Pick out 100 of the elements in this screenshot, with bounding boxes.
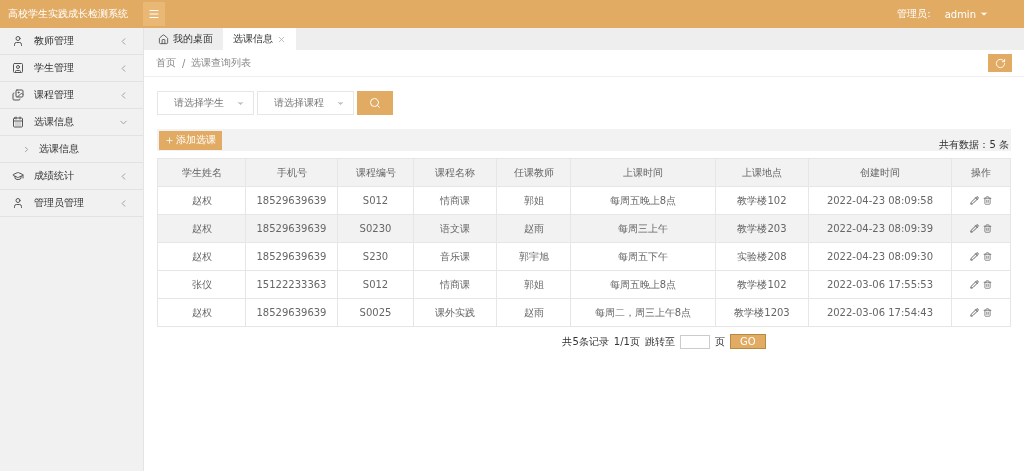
tab[interactable]: 我的桌面 xyxy=(148,28,223,50)
table-cell: 教学楼203 xyxy=(715,214,809,243)
column-header: 操作 xyxy=(951,158,1011,187)
table-cell: 2022-03-06 17:54:43 xyxy=(808,298,952,327)
person-icon xyxy=(12,197,24,209)
table-cell: S012 xyxy=(337,186,414,215)
delete-icon[interactable] xyxy=(983,252,992,261)
menu-icon xyxy=(148,8,160,20)
plus-icon xyxy=(165,135,174,145)
table-cell: 教学楼102 xyxy=(715,186,809,215)
table-cell: 郭姐 xyxy=(496,270,571,299)
table-cell: 每周三上午 xyxy=(570,214,716,243)
table-cell: 赵权 xyxy=(157,298,246,327)
delete-icon[interactable] xyxy=(983,224,992,233)
delete-icon[interactable] xyxy=(983,308,992,317)
table-cell: 语文课 xyxy=(413,214,497,243)
graduation-cap-icon xyxy=(12,170,24,182)
table-cell: 赵雨 xyxy=(496,214,571,243)
breadcrumb-link[interactable]: 首页 xyxy=(156,56,176,70)
column-header: 学生姓名 xyxy=(157,158,246,187)
table-cell: 2022-03-06 17:55:53 xyxy=(808,270,952,299)
jump-label: 跳转至 xyxy=(644,334,675,349)
table-cell: 每周二，周三上午8点 xyxy=(570,298,716,327)
table-cell: 2022-04-23 08:09:58 xyxy=(808,186,952,215)
table-cell: 18529639639 xyxy=(245,242,338,271)
search-button[interactable] xyxy=(357,91,393,115)
table-cell: 张仪 xyxy=(157,270,246,299)
column-header: 课程编号 xyxy=(337,158,414,187)
tab[interactable]: 选课信息 xyxy=(223,28,296,50)
table-cell: 赵雨 xyxy=(496,298,571,327)
column-header: 上课时间 xyxy=(570,158,716,187)
person-icon xyxy=(12,35,24,47)
app-title: 高校学生实践成长检测系统 xyxy=(7,7,129,21)
page-unit: 页 xyxy=(714,334,725,349)
user-label: 管理员: xyxy=(897,7,931,21)
table-cell: 2022-04-23 08:09:30 xyxy=(808,242,952,271)
table-row[interactable]: 赵权 18529639639 S0025 课外实践 赵雨 每周二，周三上午8点 教学楼1203 2022-03-06 17:54:43 xyxy=(157,298,1011,327)
chevron-icon xyxy=(22,144,31,154)
table-cell: S0025 xyxy=(337,298,414,327)
menu-button[interactable] xyxy=(143,2,165,26)
table-cell: S0230 xyxy=(337,214,414,243)
table-row[interactable]: 赵权 18529639639 S230 音乐课 郭宇旭 每周五下午 实验楼208 2022-04-23 08:09:30 xyxy=(157,242,1011,271)
delete-icon[interactable] xyxy=(983,280,992,289)
table-cell: 音乐课 xyxy=(413,242,497,271)
refresh-icon xyxy=(994,57,1006,69)
table-cell: 2022-04-23 08:09:39 xyxy=(808,214,952,243)
table-cell: 每周五晚上8点 xyxy=(570,270,716,299)
sidebar-item[interactable]: 课程管理 xyxy=(0,82,143,109)
table-cell: 18529639639 xyxy=(245,186,338,215)
refresh-button[interactable] xyxy=(988,54,1012,72)
id-card-icon xyxy=(12,62,24,74)
table-cell: 郭姐 xyxy=(496,186,571,215)
table-cell: 实验楼208 xyxy=(715,242,809,271)
delete-icon[interactable] xyxy=(983,196,992,205)
table-cell: 郭宇旭 xyxy=(496,242,571,271)
table-cell: 赵权 xyxy=(157,242,246,271)
table-cell: 教学楼102 xyxy=(715,270,809,299)
table-row[interactable]: 赵权 18529639639 S012 情商课 郭姐 每周五晚上8点 教学楼102 2022-04-23 08:09:58 xyxy=(157,186,1011,215)
page-input[interactable] xyxy=(679,334,710,349)
column-header: 任课教师 xyxy=(496,158,571,187)
edit-icon[interactable] xyxy=(970,308,979,317)
total-count: 共有数据：5 条 xyxy=(939,138,1009,152)
breadcrumb-link[interactable]: 选课查询列表 xyxy=(191,56,252,70)
column-header: 手机号 xyxy=(245,158,338,187)
caret-icon xyxy=(979,9,989,19)
table-row[interactable]: 张仪 15122233363 S012 情商课 郭姐 每周五晚上8点 教学楼102 2022-03-06 17:55:53 xyxy=(157,270,1011,299)
edit-icon[interactable] xyxy=(970,280,979,289)
record-count: 共5条记录 xyxy=(562,334,609,349)
sidebar-item[interactable]: 管理员管理 xyxy=(0,190,143,217)
table-cell: 18529639639 xyxy=(245,214,338,243)
table-cell: 情商课 xyxy=(413,270,497,299)
table-cell: S012 xyxy=(337,270,414,299)
table-cell: 每周五晚上8点 xyxy=(570,186,716,215)
table-row[interactable]: 赵权 18529639639 S0230 语文课 赵雨 每周三上午 教学楼203 2022-04-23 08:09:39 xyxy=(157,214,1011,243)
edit-icon[interactable] xyxy=(970,196,979,205)
select-field[interactable]: 请选择课程 xyxy=(257,91,354,115)
column-header: 创建时间 xyxy=(808,158,952,187)
sidebar-item[interactable]: 选课信息 xyxy=(0,109,143,136)
edit-icon[interactable] xyxy=(970,252,979,261)
sidebar-item[interactable]: 学生管理 xyxy=(0,55,143,82)
select-field[interactable]: 请选择学生 xyxy=(157,91,254,115)
table-cell: 18529639639 xyxy=(245,298,338,327)
home-icon xyxy=(158,33,169,45)
page-info: 1/1页 xyxy=(613,334,640,349)
table-cell: 教学楼1203 xyxy=(715,298,809,327)
column-header: 课程名称 xyxy=(413,158,497,187)
close-icon[interactable] xyxy=(277,34,286,44)
table-cell: 赵权 xyxy=(157,186,246,215)
calendar-icon xyxy=(12,116,24,128)
table-cell: 15122233363 xyxy=(245,270,338,299)
table-cell: 每周五下午 xyxy=(570,242,716,271)
table-cell: 赵权 xyxy=(157,214,246,243)
images-icon xyxy=(12,89,24,101)
search-icon xyxy=(369,97,381,109)
table-cell: S230 xyxy=(337,242,414,271)
edit-icon[interactable] xyxy=(970,224,979,233)
sidebar-item[interactable]: 成绩统计 xyxy=(0,163,143,190)
breadcrumb-separator: / xyxy=(182,57,186,69)
sidebar-item[interactable]: 教师管理 xyxy=(0,28,143,55)
sidebar-subitem[interactable]: 选课信息 xyxy=(0,136,143,163)
